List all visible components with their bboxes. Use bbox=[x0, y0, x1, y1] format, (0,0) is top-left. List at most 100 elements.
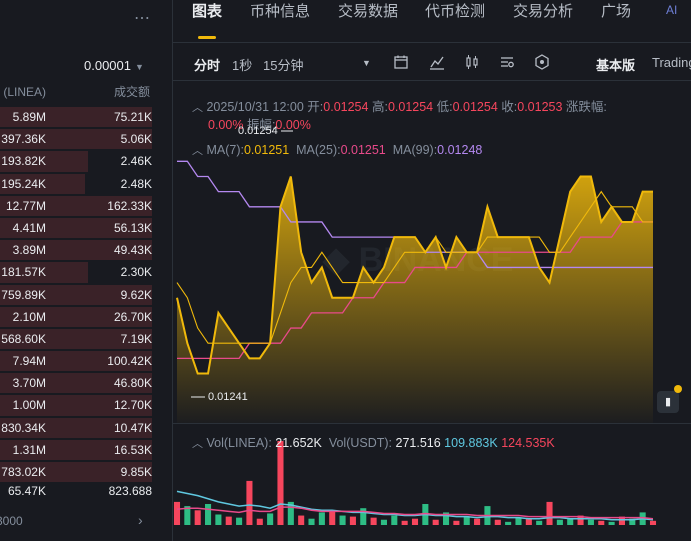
interval-1s[interactable]: 1秒 bbox=[232, 55, 252, 74]
row-amount: 195.24K bbox=[1, 176, 46, 191]
ai-icon[interactable]: AI bbox=[666, 3, 677, 17]
volu-value-2: 109.883K bbox=[444, 436, 498, 450]
volume-bar bbox=[318, 512, 325, 525]
volume-bar bbox=[339, 515, 346, 525]
open-label: 开: bbox=[307, 100, 324, 114]
separator bbox=[173, 42, 691, 43]
summary-volume: 823.688 bbox=[108, 484, 152, 498]
volume-bar bbox=[370, 517, 377, 525]
volume-bar bbox=[401, 520, 408, 525]
basic-view-button[interactable]: 基本版 bbox=[596, 55, 635, 74]
volu-label: Vol(USDT): bbox=[328, 436, 393, 450]
order-rows: 5.89M 75.21K 397.36K 5.06K 193.82K 2.46K 195.2… bbox=[0, 106, 166, 483]
volume-bar bbox=[205, 504, 212, 525]
indicator-icon[interactable] bbox=[429, 54, 445, 70]
order-book: ⋯ 0.00001 ▼ 量 (LINEA) 成交额 5.89M 75.21K 397.… bbox=[0, 0, 166, 541]
volume-bar bbox=[215, 514, 222, 525]
order-row[interactable]: 2.10M 26.70K bbox=[0, 306, 166, 328]
separator bbox=[173, 423, 691, 424]
settings-list-icon[interactable] bbox=[499, 54, 515, 70]
order-row[interactable]: 4.41M 56.13K bbox=[0, 217, 166, 239]
volume-bar bbox=[505, 521, 512, 525]
high-marker-label: 0.01254 bbox=[238, 125, 278, 137]
order-row[interactable]: 181.57K 2.30K bbox=[0, 261, 166, 283]
volume-bar bbox=[194, 510, 201, 525]
price-area bbox=[177, 176, 653, 423]
volume-bar bbox=[236, 517, 243, 525]
high-value: 0.01254 bbox=[387, 100, 434, 114]
row-volume: 9.85K bbox=[120, 465, 152, 479]
row-amount: 7.94M bbox=[12, 354, 46, 369]
row-amount: 3.70M bbox=[12, 376, 46, 391]
row-amount: 3.89M bbox=[12, 243, 46, 258]
interval-dropdown-icon[interactable]: ▼ bbox=[362, 58, 371, 68]
vol-label: Vol(LINEA): bbox=[206, 436, 272, 450]
order-row[interactable]: 759.89K 9.62K bbox=[0, 284, 166, 306]
tab-token-check[interactable]: 代币检测 bbox=[425, 0, 485, 21]
order-row[interactable]: 5.89M 75.21K bbox=[0, 106, 166, 128]
chart-side-button[interactable]: ▮ bbox=[657, 391, 679, 413]
volume-bar bbox=[453, 520, 460, 525]
col-volume-header: 成交额 bbox=[114, 85, 151, 99]
row-volume: 46.80K bbox=[113, 376, 152, 391]
low-value: 0.01254 bbox=[452, 100, 498, 114]
row-amount: 2.10M bbox=[12, 309, 46, 324]
more-icon[interactable]: ⋯ bbox=[134, 8, 151, 28]
order-row[interactable]: 195.24K 2.48K bbox=[0, 173, 166, 195]
order-row[interactable]: 193.82K 2.46K bbox=[0, 150, 166, 172]
tab-square[interactable]: 广场 bbox=[601, 0, 631, 21]
row-volume: 49.43K bbox=[113, 243, 152, 258]
collapse-icon[interactable]: ︿ bbox=[192, 102, 203, 114]
ma25-label: MA(25): bbox=[296, 143, 341, 157]
interval-time[interactable]: 分时 bbox=[194, 55, 220, 74]
tab-trade-data[interactable]: 交易数据 bbox=[338, 0, 398, 21]
row-amount: 4.41M bbox=[12, 220, 46, 235]
collapse-icon[interactable]: ︿ bbox=[192, 145, 203, 157]
order-row[interactable]: 7.94M 100.42K bbox=[0, 350, 166, 372]
volume-bar bbox=[308, 518, 315, 525]
order-row[interactable]: 830.34K 10.47K bbox=[0, 417, 166, 439]
chevron-right-icon[interactable]: › bbox=[138, 512, 143, 528]
volume-bar bbox=[267, 513, 274, 525]
tab-chart[interactable]: 图表 bbox=[192, 0, 222, 21]
close-label: 收: bbox=[501, 100, 518, 114]
order-row[interactable]: 3.70M 46.80K bbox=[0, 372, 166, 394]
volume-bar bbox=[225, 516, 232, 525]
order-row[interactable]: 3.89M 49.43K bbox=[0, 239, 166, 261]
ma-legend: ︿ MA(7):0.01251 MA(25):0.01251 MA(99):0.… bbox=[192, 142, 482, 158]
row-amount: 1.00M bbox=[12, 398, 46, 413]
row-volume: 162.33K bbox=[107, 198, 152, 213]
row-volume: 9.62K bbox=[120, 287, 152, 302]
tab-coin-info[interactable]: 币种信息 bbox=[250, 0, 310, 21]
order-row[interactable]: 397.36K 5.06K bbox=[0, 128, 166, 150]
order-row[interactable]: 783.02K 9.85K bbox=[0, 461, 166, 483]
order-row[interactable]: 12.77M 162.33K bbox=[0, 195, 166, 217]
ma7-value: 0.01251 bbox=[243, 143, 290, 157]
order-row[interactable]: 1.00M 12.70K bbox=[0, 394, 166, 416]
order-row[interactable]: 1.31M 16.53K bbox=[0, 439, 166, 461]
calendar-icon[interactable] bbox=[393, 54, 409, 70]
low-label: 低: bbox=[436, 100, 453, 114]
high-label: 高: bbox=[371, 100, 388, 114]
volume-bar bbox=[649, 520, 657, 525]
volume-bar bbox=[598, 520, 605, 525]
candles-icon[interactable] bbox=[464, 54, 480, 70]
precision-select[interactable]: 0.00001 ▼ bbox=[84, 58, 144, 73]
tab-trade-analysis[interactable]: 交易分析 bbox=[513, 0, 573, 21]
tradingview-button[interactable]: Trading bbox=[652, 55, 691, 70]
collapse-icon[interactable]: ︿ bbox=[192, 438, 203, 450]
row-volume: 7.19K bbox=[120, 331, 152, 346]
depth-icon[interactable] bbox=[534, 54, 550, 70]
volume-bar bbox=[556, 519, 563, 525]
row-amount: 1.31M bbox=[12, 442, 46, 457]
change-label: 涨跌幅: bbox=[565, 100, 607, 114]
low-marker-label: 0.01241 bbox=[208, 391, 248, 403]
volume-bar bbox=[546, 501, 553, 525]
volu-value-3: 124.535K bbox=[501, 436, 555, 450]
order-row[interactable]: 568.60K 7.19K bbox=[0, 328, 166, 350]
volume-bar bbox=[173, 501, 181, 525]
interval-15m[interactable]: 15分钟 bbox=[263, 55, 303, 74]
chevron-down-icon: ▼ bbox=[135, 62, 144, 72]
row-volume: 2.46K bbox=[120, 154, 152, 169]
ma99-label: MA(99): bbox=[392, 143, 438, 157]
